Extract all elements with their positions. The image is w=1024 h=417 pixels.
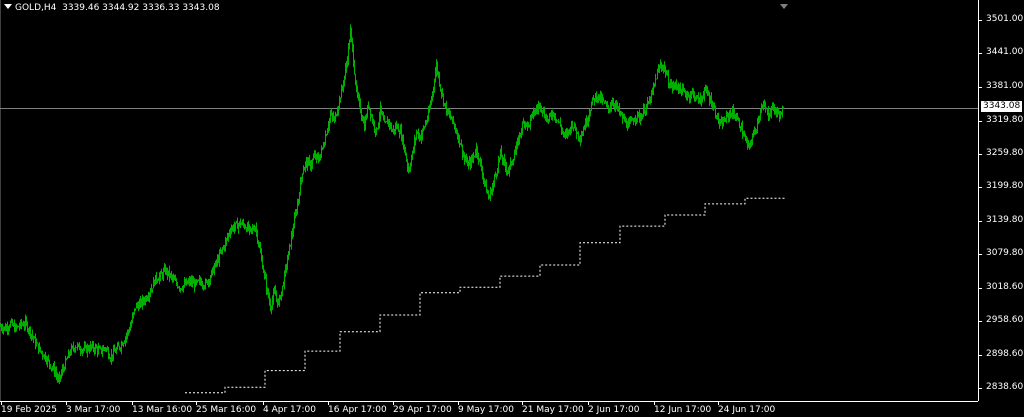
current-price-label: 3343.08	[981, 101, 1022, 112]
chart-canvas[interactable]	[0, 0, 1024, 417]
price-label: 3079.80	[986, 248, 1024, 258]
collapse-triangle-icon[interactable]	[4, 4, 12, 9]
symbol-header: GOLD,H4 3339.46 3344.92 3336.33 3343.08	[4, 3, 220, 13]
price-label: 3259.80	[986, 148, 1024, 158]
chart-shift-marker[interactable]	[780, 4, 788, 9]
price-label: 2898.60	[986, 348, 1024, 359]
price-label: 3501.00	[986, 14, 1024, 24]
time-label: 4 Apr 17:00	[263, 405, 316, 415]
price-candles-series	[0, 24, 784, 385]
price-label: 2958.60	[986, 315, 1024, 326]
time-label: 12 Jun 17:00	[654, 405, 712, 415]
time-label: 9 May 17:00	[458, 405, 514, 415]
price-chart[interactable]: GOLD,H4 3339.46 3344.92 3336.33 3343.08 …	[0, 0, 1024, 417]
price-label: 3199.80	[986, 181, 1024, 192]
price-label: 3441.00	[986, 47, 1024, 58]
time-label: 13 Mar 16:00	[132, 405, 193, 415]
time-label: 16 Apr 17:00	[328, 405, 387, 415]
time-label: 24 Jun 17:00	[718, 405, 776, 415]
symbol-name: GOLD,H4	[15, 3, 57, 13]
price-label: 3139.80	[986, 214, 1024, 225]
axis-ticks	[1, 20, 982, 405]
time-label: 2 Jun 17:00	[588, 405, 640, 415]
time-label: 21 May 17:00	[522, 405, 584, 415]
time-label: 29 Apr 17:00	[393, 405, 452, 415]
price-label: 3319.80	[986, 114, 1024, 125]
price-label: 3381.00	[986, 80, 1024, 91]
time-label: 19 Feb 2025	[1, 405, 58, 415]
price-label: 2838.60	[986, 382, 1024, 392]
ohlc-values: 3339.46 3344.92 3336.33 3343.08	[62, 3, 220, 13]
chart-frame	[0, 0, 979, 402]
time-label: 25 Mar 16:00	[196, 405, 257, 415]
time-label: 3 Mar 17:00	[66, 405, 121, 415]
price-label: 3018.60	[986, 282, 1024, 292]
